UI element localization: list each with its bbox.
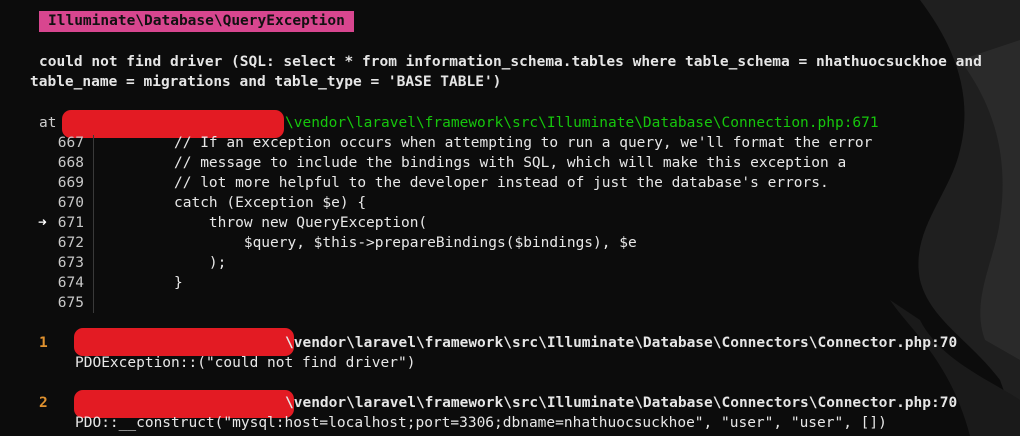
code-line: ); bbox=[174, 255, 227, 271]
exception-message-line-2: table_name = migrations and table_type =… bbox=[30, 74, 502, 90]
redacted-path bbox=[74, 328, 294, 356]
line-number: 673 bbox=[57, 255, 84, 271]
code-line: catch (Exception $e) { bbox=[174, 195, 367, 211]
code-line: // message to include the bindings with … bbox=[174, 155, 847, 171]
at-label: at bbox=[39, 115, 57, 131]
location-path: \vendor\laravel\framework\src\Illuminate… bbox=[285, 115, 879, 131]
code-line-current: throw new QueryException( bbox=[174, 215, 428, 231]
frame-number-1: 1 bbox=[39, 335, 48, 351]
code-line: $query, $this->prepareBindings($bindings… bbox=[174, 235, 637, 251]
frame-number-2: 2 bbox=[39, 395, 48, 411]
line-number: 667 bbox=[57, 135, 84, 151]
line-number-current: 671 bbox=[57, 215, 84, 231]
exception-message-line-1: could not find driver (SQL: select * fro… bbox=[39, 54, 982, 70]
code-line: // lot more helpful to the developer ins… bbox=[174, 175, 829, 191]
frame-path-1: \vendor\laravel\framework\src\Illuminate… bbox=[285, 335, 958, 351]
exception-class-badge: Illuminate\Database\QueryException bbox=[39, 11, 354, 32]
code-gutter-separator bbox=[93, 135, 94, 313]
line-number: 669 bbox=[57, 175, 84, 191]
terminal-output: Illuminate\Database\QueryException could… bbox=[0, 0, 1020, 436]
line-number: 675 bbox=[57, 295, 84, 311]
code-line: // If an exception occurs when attemptin… bbox=[174, 135, 873, 151]
frame-call-2: PDO::__construct("mysql:host=localhost;p… bbox=[75, 415, 887, 431]
line-number: 668 bbox=[57, 155, 84, 171]
code-line: } bbox=[174, 275, 183, 291]
line-number: 672 bbox=[57, 235, 84, 251]
frame-path-2: \vendor\laravel\framework\src\Illuminate… bbox=[285, 395, 958, 411]
frame-call-1: PDOException::("could not find driver") bbox=[75, 355, 416, 371]
line-number: 670 bbox=[57, 195, 84, 211]
line-number: 674 bbox=[57, 275, 84, 291]
exception-location: at bbox=[39, 113, 56, 133]
